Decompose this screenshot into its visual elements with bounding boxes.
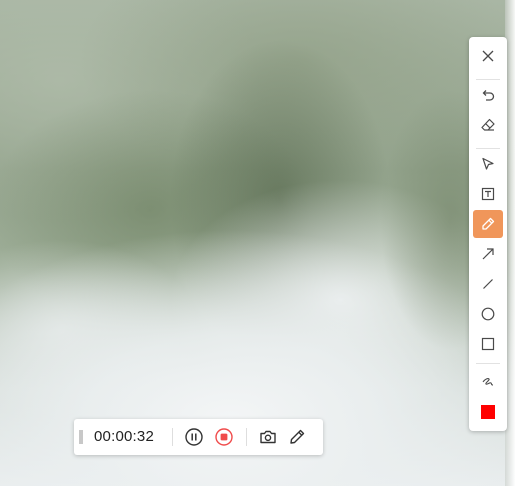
color-picker-button[interactable] bbox=[473, 398, 503, 426]
toolbar-divider bbox=[476, 363, 500, 364]
rectangle-tool-button[interactable] bbox=[473, 330, 503, 358]
pause-circle-icon bbox=[185, 428, 203, 446]
text-tool-button[interactable] bbox=[473, 180, 503, 208]
drag-handle[interactable] bbox=[79, 430, 83, 444]
ellipse-tool-button[interactable] bbox=[473, 300, 503, 328]
square-icon bbox=[481, 337, 495, 351]
annotation-toolbar bbox=[469, 37, 507, 431]
undo-icon bbox=[482, 90, 495, 101]
text-box-icon bbox=[481, 187, 495, 201]
eraser-icon bbox=[481, 118, 495, 131]
highlighter-tool-button[interactable] bbox=[473, 210, 503, 238]
toolbar-divider bbox=[476, 79, 500, 80]
circle-icon bbox=[481, 307, 495, 321]
pencil-icon bbox=[290, 429, 305, 444]
selected-color-swatch bbox=[481, 405, 495, 419]
bar-divider bbox=[246, 428, 247, 446]
highlighter-icon bbox=[482, 217, 495, 230]
video-frame-background bbox=[0, 0, 515, 486]
close-icon bbox=[482, 50, 494, 62]
pause-button[interactable] bbox=[181, 424, 207, 450]
bar-divider bbox=[172, 428, 173, 446]
line-icon bbox=[483, 279, 493, 289]
cursor-arrow-icon bbox=[482, 157, 494, 170]
line-tool-button[interactable] bbox=[473, 270, 503, 298]
toolbar-divider bbox=[476, 148, 500, 149]
undo-button[interactable] bbox=[473, 81, 503, 109]
arrow-tool-button[interactable] bbox=[473, 240, 503, 268]
scribble-icon bbox=[482, 378, 494, 386]
stop-button[interactable] bbox=[211, 424, 237, 450]
close-button[interactable] bbox=[473, 42, 503, 70]
freehand-tool-button[interactable] bbox=[473, 368, 503, 396]
camera-icon bbox=[260, 430, 276, 444]
recording-control-bar: 00:00:32 bbox=[74, 419, 323, 455]
recording-timer: 00:00:32 bbox=[94, 428, 154, 445]
annotate-button[interactable] bbox=[284, 424, 310, 450]
select-tool-button[interactable] bbox=[473, 150, 503, 178]
screenshot-button[interactable] bbox=[255, 424, 281, 450]
stop-circle-icon bbox=[215, 428, 233, 446]
eraser-button[interactable] bbox=[473, 111, 503, 139]
arrow-icon bbox=[482, 248, 494, 260]
